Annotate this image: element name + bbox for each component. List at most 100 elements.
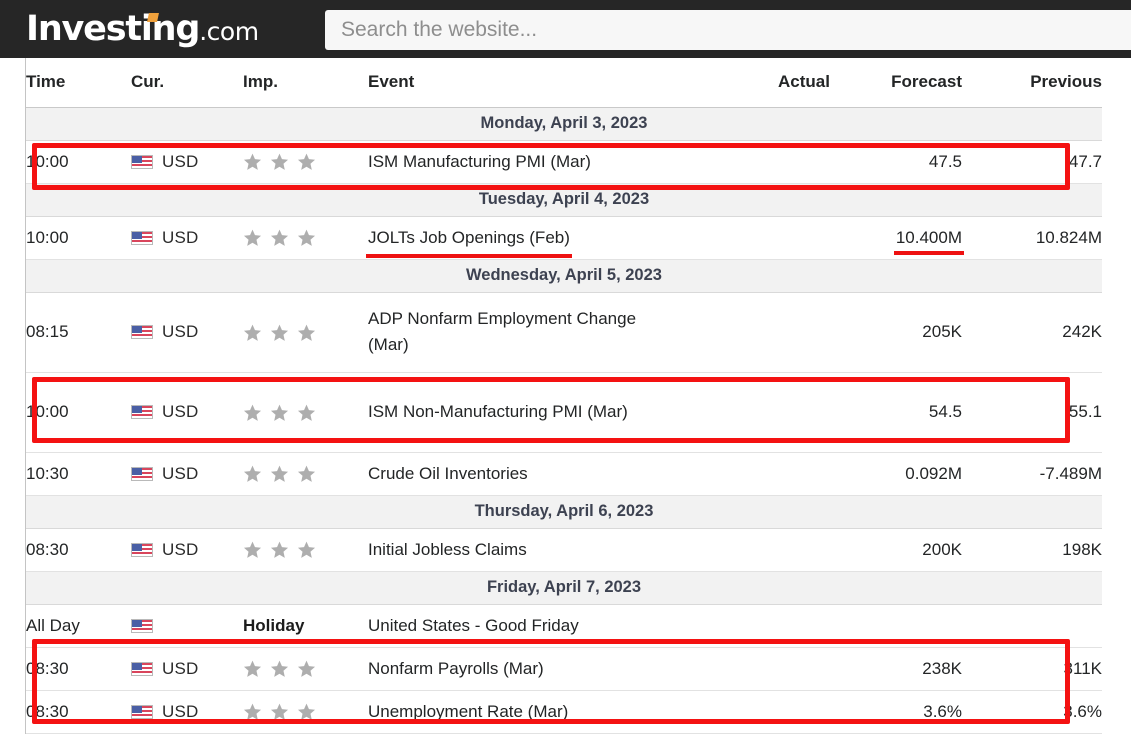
importance-stars[interactable] bbox=[243, 229, 324, 248]
cell-event: JOLTs Job Openings (Feb) bbox=[366, 216, 678, 260]
date-section-header: Friday, April 7, 2023 bbox=[26, 570, 1102, 605]
cell-previous: -7.489M bbox=[962, 452, 1102, 496]
search-input[interactable]: Search the website... bbox=[325, 10, 1131, 50]
table-row[interactable]: 10:00 USD ISM Non-Manufacturing PMI (Mar) 5… bbox=[26, 372, 1102, 453]
star-icon[interactable] bbox=[270, 404, 289, 422]
cell-currency: USD bbox=[131, 372, 243, 453]
importance-stars[interactable] bbox=[243, 703, 324, 722]
event-name[interactable]: Initial Jobless Claims bbox=[368, 540, 527, 559]
table-row[interactable]: 08:15 USD ADP Nonfarm Employment Change (M… bbox=[26, 292, 1102, 373]
star-icon[interactable] bbox=[297, 703, 316, 721]
date-label: Monday, April 3, 2023 bbox=[26, 106, 1102, 141]
star-icon[interactable] bbox=[297, 541, 316, 559]
currency-code: USD bbox=[162, 402, 199, 421]
star-icon[interactable] bbox=[297, 465, 316, 483]
flag-icon-united-states bbox=[131, 618, 153, 633]
cell-previous: 198K bbox=[962, 528, 1102, 572]
site-header: Investing.com Search the website... bbox=[0, 0, 1131, 58]
column-header-importance[interactable]: Imp. bbox=[243, 58, 368, 108]
table-row[interactable]: 08:30 USD Nonfarm Payrolls (Mar) 238K 311K bbox=[26, 647, 1102, 691]
flag-icon-united-states bbox=[131, 466, 153, 481]
star-icon[interactable] bbox=[243, 153, 262, 171]
table-row[interactable]: 08:30 USD Unemployment Rate (Mar) 3.6% 3.6% bbox=[26, 690, 1102, 734]
event-name[interactable]: ISM Non-Manufacturing PMI (Mar) bbox=[368, 402, 628, 421]
cell-actual bbox=[678, 216, 830, 260]
event-name-underlined[interactable]: JOLTs Job Openings (Feb) bbox=[366, 225, 572, 258]
cell-importance: Holiday bbox=[243, 604, 368, 648]
currency-code: USD bbox=[162, 463, 199, 483]
star-icon[interactable] bbox=[243, 324, 262, 342]
event-name[interactable]: Crude Oil Inventories bbox=[368, 464, 528, 483]
cell-time: 10:00 bbox=[26, 216, 131, 260]
star-icon[interactable] bbox=[270, 324, 289, 342]
site-logo[interactable]: Investing.com bbox=[26, 11, 259, 47]
importance-stars[interactable] bbox=[243, 323, 324, 342]
importance-stars[interactable] bbox=[243, 153, 324, 172]
table-row[interactable]: 08:30 USD Initial Jobless Claims 200K 198K bbox=[26, 528, 1102, 572]
column-header-forecast[interactable]: Forecast bbox=[830, 58, 962, 108]
cell-actual bbox=[678, 292, 830, 373]
page-root: Investing.com Search the website... Time… bbox=[0, 0, 1131, 755]
cell-event: Initial Jobless Claims bbox=[368, 528, 678, 572]
star-icon[interactable] bbox=[297, 324, 316, 342]
table-row[interactable]: 10:00 USD JOLTs Job Openings (Feb) 10.400M 1… bbox=[26, 216, 1102, 260]
importance-stars[interactable] bbox=[243, 465, 324, 484]
table-row[interactable]: 10:00 USD ISM Manufacturing PMI (Mar) 47.5 4… bbox=[26, 140, 1102, 184]
table-row[interactable]: All Day Holiday United States - Good Frida… bbox=[26, 604, 1102, 648]
cell-previous: 242K bbox=[962, 292, 1102, 373]
importance-stars[interactable] bbox=[243, 660, 324, 679]
forecast-value-underlined: 10.400M bbox=[893, 227, 965, 255]
cell-forecast: 238K bbox=[830, 647, 962, 691]
event-name[interactable]: United States - Good Friday bbox=[368, 616, 579, 635]
cell-event: United States - Good Friday bbox=[368, 604, 678, 648]
event-name[interactable]: Unemployment Rate (Mar) bbox=[368, 702, 568, 721]
cell-previous: 311K bbox=[962, 647, 1102, 691]
column-header-currency[interactable]: Cur. bbox=[131, 58, 243, 108]
star-icon[interactable] bbox=[270, 153, 289, 171]
star-icon[interactable] bbox=[243, 703, 262, 721]
event-name[interactable]: Nonfarm Payrolls (Mar) bbox=[368, 659, 544, 678]
star-icon[interactable] bbox=[243, 465, 262, 483]
cell-currency bbox=[131, 604, 243, 648]
currency-code: USD bbox=[162, 227, 199, 247]
currency-code: USD bbox=[162, 658, 199, 678]
cell-time: 10:00 bbox=[26, 372, 131, 453]
star-icon[interactable] bbox=[243, 404, 262, 422]
star-icon[interactable] bbox=[297, 153, 316, 171]
importance-stars[interactable] bbox=[243, 403, 324, 422]
star-icon[interactable] bbox=[270, 541, 289, 559]
star-icon[interactable] bbox=[297, 229, 316, 247]
star-icon[interactable] bbox=[270, 703, 289, 721]
star-icon[interactable] bbox=[270, 229, 289, 247]
flag-icon-united-states bbox=[131, 542, 153, 557]
cell-actual bbox=[678, 690, 830, 734]
cell-event: Crude Oil Inventories bbox=[368, 452, 678, 496]
cell-currency: USD bbox=[131, 140, 243, 184]
cell-forecast: 0.092M bbox=[830, 452, 962, 496]
star-icon[interactable] bbox=[297, 660, 316, 678]
column-header-actual[interactable]: Actual bbox=[678, 58, 830, 108]
cell-forecast: 47.5 bbox=[830, 140, 962, 184]
star-icon[interactable] bbox=[243, 229, 262, 247]
star-icon[interactable] bbox=[243, 660, 262, 678]
cell-event: ADP Nonfarm Employment Change (Mar) bbox=[368, 292, 678, 373]
cell-time: 10:00 bbox=[26, 140, 131, 184]
star-icon[interactable] bbox=[297, 404, 316, 422]
column-header-event[interactable]: Event bbox=[368, 58, 678, 108]
star-icon[interactable] bbox=[243, 541, 262, 559]
cell-currency: USD bbox=[131, 452, 243, 496]
table-row[interactable]: 10:30 USD Crude Oil Inventories 0.092M -7.48… bbox=[26, 452, 1102, 496]
cell-previous: 55.1 bbox=[962, 372, 1102, 453]
table-header: Time Cur. Imp. Event Actual Forecast Pre… bbox=[26, 58, 1102, 108]
star-icon[interactable] bbox=[270, 465, 289, 483]
event-name[interactable]: ISM Manufacturing PMI (Mar) bbox=[368, 152, 591, 171]
table-body: Monday, April 3, 2023 10:00 USD ISM Manufac… bbox=[26, 106, 1102, 734]
cell-forecast: 54.5 bbox=[830, 372, 962, 453]
column-header-time[interactable]: Time bbox=[26, 58, 131, 108]
event-name[interactable]: ADP Nonfarm Employment Change (Mar) bbox=[368, 309, 636, 354]
importance-stars[interactable] bbox=[243, 541, 324, 560]
star-icon[interactable] bbox=[270, 660, 289, 678]
date-section-header: Monday, April 3, 2023 bbox=[26, 106, 1102, 141]
cell-previous: 3.6% bbox=[962, 690, 1102, 734]
column-header-previous[interactable]: Previous bbox=[962, 58, 1102, 108]
